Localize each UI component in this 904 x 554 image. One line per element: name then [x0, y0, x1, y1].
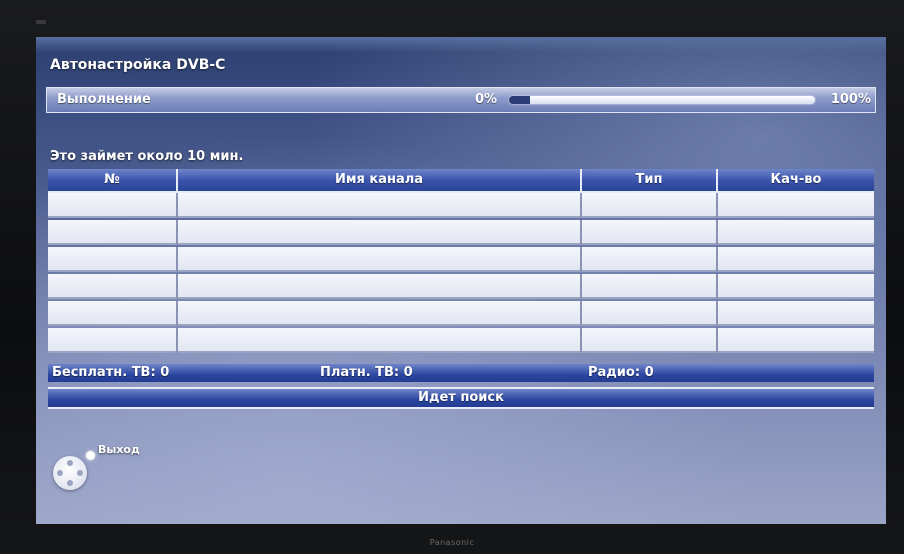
bezel-indicator — [36, 20, 46, 24]
cell-type — [582, 220, 718, 245]
table-row[interactable] — [48, 220, 874, 245]
exit-label[interactable]: Выход — [98, 443, 140, 456]
cell-number — [48, 193, 178, 218]
cell-number — [48, 301, 178, 326]
cell-quality — [718, 193, 874, 218]
dpad-down-dot — [67, 480, 73, 486]
table-row[interactable] — [48, 301, 874, 326]
tv-screen: Автонастройка DVB-C Выполнение 0% 100% Э… — [36, 37, 886, 524]
table-row[interactable] — [48, 328, 874, 353]
table-row[interactable] — [48, 193, 874, 218]
column-header-channel-name: Имя канала — [178, 169, 582, 191]
progress-end-label: 100% — [830, 92, 871, 107]
cell-quality — [718, 220, 874, 245]
cell-type — [582, 247, 718, 272]
eta-text: Это займет около 10 мин. — [50, 149, 244, 164]
cell-number — [48, 328, 178, 353]
cell-channel-name — [178, 274, 582, 299]
tv-brand-logo: Panasonic — [429, 538, 475, 547]
cell-number — [48, 274, 178, 299]
search-status: Идет поиск — [48, 387, 874, 409]
cell-number — [48, 220, 178, 245]
cell-channel-name — [178, 328, 582, 353]
table-row[interactable] — [48, 247, 874, 272]
free-tv-count: Бесплатн. ТВ: 0 — [52, 365, 170, 380]
dpad-up-dot — [67, 460, 73, 466]
column-header-type: Тип — [582, 169, 718, 191]
table-header: № Имя канала Тип Кач-во — [48, 169, 874, 193]
page-title: Автонастройка DVB-C — [50, 57, 226, 73]
cell-type — [582, 328, 718, 353]
progress-track — [509, 96, 815, 104]
cell-type — [582, 193, 718, 218]
cell-number — [48, 247, 178, 272]
progress-start-label: 0% — [475, 92, 498, 107]
cell-channel-name — [178, 247, 582, 272]
cell-type — [582, 301, 718, 326]
cell-channel-name — [178, 220, 582, 245]
radio-count: Радио: 0 — [588, 365, 654, 380]
pay-tv-count: Платн. ТВ: 0 — [320, 365, 413, 380]
cell-quality — [718, 328, 874, 353]
column-header-number: № — [48, 169, 178, 191]
exit-button-dot-icon[interactable] — [86, 451, 95, 460]
dpad-left-dot — [57, 470, 63, 476]
cell-quality — [718, 274, 874, 299]
table-row[interactable] — [48, 274, 874, 299]
cell-quality — [718, 301, 874, 326]
progress-fill — [509, 96, 531, 104]
cell-type — [582, 274, 718, 299]
remote-dpad-icon[interactable] — [53, 456, 87, 490]
cell-quality — [718, 247, 874, 272]
dpad-right-dot — [77, 470, 83, 476]
channel-table: № Имя канала Тип Кач-во — [48, 169, 874, 359]
cell-channel-name — [178, 301, 582, 326]
progress-label: Выполнение — [57, 92, 151, 107]
cell-channel-name — [178, 193, 582, 218]
progress-row: Выполнение 0% 100% — [46, 87, 876, 113]
summary-bar: Бесплатн. ТВ: 0 Платн. ТВ: 0 Радио: 0 — [48, 364, 874, 382]
column-header-quality: Кач-во — [770, 172, 822, 187]
